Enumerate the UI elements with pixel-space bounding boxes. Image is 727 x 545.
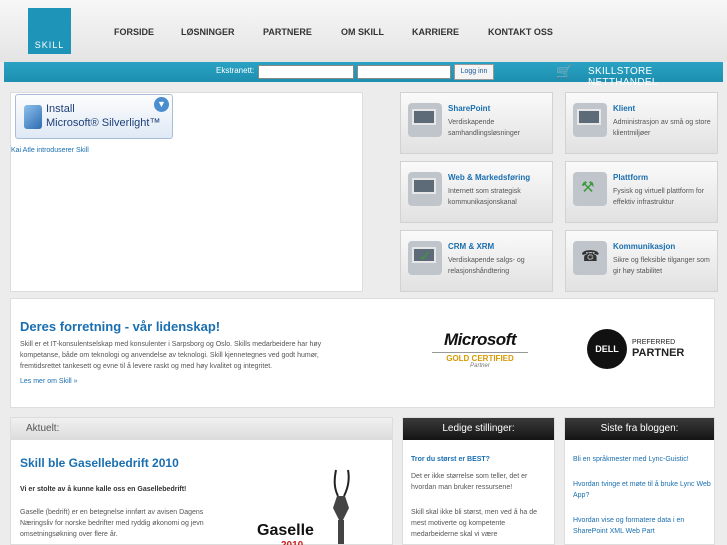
extranet-label: Ekstranett: [216,66,255,75]
service-desc: Internett som strategisk kommunikasjonsk… [448,188,521,206]
silverlight-install-label: Install [46,103,75,115]
mission-body: Skill er et IT-konsulentselskap med kons… [20,341,322,370]
install-silverlight-button[interactable]: Install Microsoft® Silverlight™ ▼ [15,94,173,139]
crm-check-icon: ✓ [408,241,442,275]
skillstore-link[interactable]: SKILLSTORE NETTHANDEL [588,66,723,88]
jobs-paragraph: Skill skal ikke bli størst, men ved å ha… [411,509,538,538]
silverlight-logo-icon [24,105,42,129]
dell-logo: DELL [587,329,627,369]
service-desc: Verdiskapende salgs- og relasjonshåndter… [448,257,525,275]
service-desc: Sikre og fleksible tilganger som gir høy… [613,257,710,275]
nav-item-om-skill[interactable]: OM SKILL [341,27,384,37]
nav-item-losninger[interactable]: LØSNINGER [181,27,235,37]
web-marketing-icon [408,172,442,206]
service-title: Klient [613,104,636,113]
service-tile-klient[interactable]: Klient Administrasjon av små og store kl… [565,92,718,154]
platform-tools-icon: ⚒ [573,172,607,206]
service-title: CRM & XRM [448,242,495,251]
news-body: Gaselle (bedrift) er en betegnelse innfø… [20,509,204,538]
service-title: Web & Markedsføring [448,173,531,182]
service-title: SharePoint [448,104,491,113]
microsoft-wordmark: Microsoft [444,330,517,349]
service-desc: Verdiskapende samhandlingsløsninger [448,119,520,137]
service-title: Kommunikasjon [613,242,676,251]
dell-preferred-label: PREFERRED [632,339,676,346]
nav-item-forside[interactable]: FORSIDE [114,27,154,37]
microsoft-gold-partner-logo: Microsoft GOLD CERTIFIED Partner [432,330,528,369]
gaselle-wordmark: Gaselle [257,522,314,539]
extranet-password-input[interactable] [357,65,451,79]
cart-icon[interactable]: 🛒 [556,64,572,80]
news-section: Aktuelt: Skill ble Gasellebedrift 2010 V… [10,417,393,545]
nav-item-partnere[interactable]: PARTNERE [263,27,312,37]
nav-item-kontakt-oss[interactable]: KONTAKT OSS [488,27,553,37]
service-tile-crm[interactable]: ✓ CRM & XRM Verdiskapende salgs- og rela… [400,230,553,292]
service-tile-plattform[interactable]: ⚒ Plattform Fysisk og virtuell plattform… [565,161,718,223]
download-arrow-icon: ▼ [154,97,169,112]
login-button[interactable]: Logg inn [454,64,494,80]
nav-item-karriere[interactable]: KARRIERE [412,27,459,37]
silverlight-name-label: Microsoft® Silverlight™ [46,117,161,129]
service-tile-sharepoint[interactable]: SharePoint Verdiskapende samhandlingsløs… [400,92,553,154]
client-pc-icon [573,103,607,137]
blog-header: Siste fra bloggen: [565,418,714,440]
blog-post-link[interactable]: Bli en språkmester med Lync-Guistic! [573,454,711,465]
communication-phone-icon: ☎ [573,241,607,275]
news-header: Aktuelt: [11,418,392,440]
blog-post-link[interactable]: Hvordan tvinge et møte til å bruke Lync … [573,479,711,501]
news-lead: Vi er stolte av å kunne kalle oss en Gas… [20,486,187,493]
service-tile-web[interactable]: Web & Markedsføring Internett som strate… [400,161,553,223]
news-title[interactable]: Skill ble Gasellebedrift 2010 [20,456,179,470]
partner-label: Partner [470,363,490,369]
video-caption[interactable]: Kai Atle introduserer Skill [11,147,89,154]
gaselle-year: 2010 [281,540,303,545]
mission-section: Deres forretning - vår lidenskap! Skill … [10,298,715,408]
extranet-bar: Ekstranett: Logg inn 🛒 SKILLSTORE NETTHA… [4,62,723,88]
jobs-paragraph: Det er ikke størrelse som teller, det er… [411,473,528,491]
skill-logo[interactable]: SKILL [28,8,71,54]
blog-section: Siste fra bloggen: Bli en språkmester me… [564,417,715,545]
service-title: Plattform [613,173,649,182]
jobs-title[interactable]: Tror du størst er BEST? [411,456,490,463]
read-more-link[interactable]: Les mer om Skill » [20,378,78,385]
service-desc: Administrasjon av små og store klientmil… [613,119,711,137]
gold-certified-label: GOLD CERTIFIED [432,352,528,363]
gazelle-illustration [333,469,350,544]
blog-post-link[interactable]: Hvordan vise og formatere data i en Shar… [573,515,711,537]
sharepoint-icon [408,103,442,137]
mission-heading: Deres forretning - vår lidenskap! [20,319,221,334]
header: SKILL FORSIDE LØSNINGER PARTNERE OM SKIL… [0,0,727,62]
jobs-header: Ledige stillinger: [403,418,554,440]
service-tile-kommunikasjon[interactable]: ☎ Kommunikasjon Sikre og fleksible tilga… [565,230,718,292]
extranet-username-input[interactable] [258,65,354,79]
video-panel: Install Microsoft® Silverlight™ ▼ Kai At… [10,92,363,292]
jobs-section: Ledige stillinger: Tror du størst er BES… [402,417,555,545]
service-desc: Fysisk og virtuell plattform for effekti… [613,188,705,206]
dell-partner-label: PARTNER [632,347,685,359]
